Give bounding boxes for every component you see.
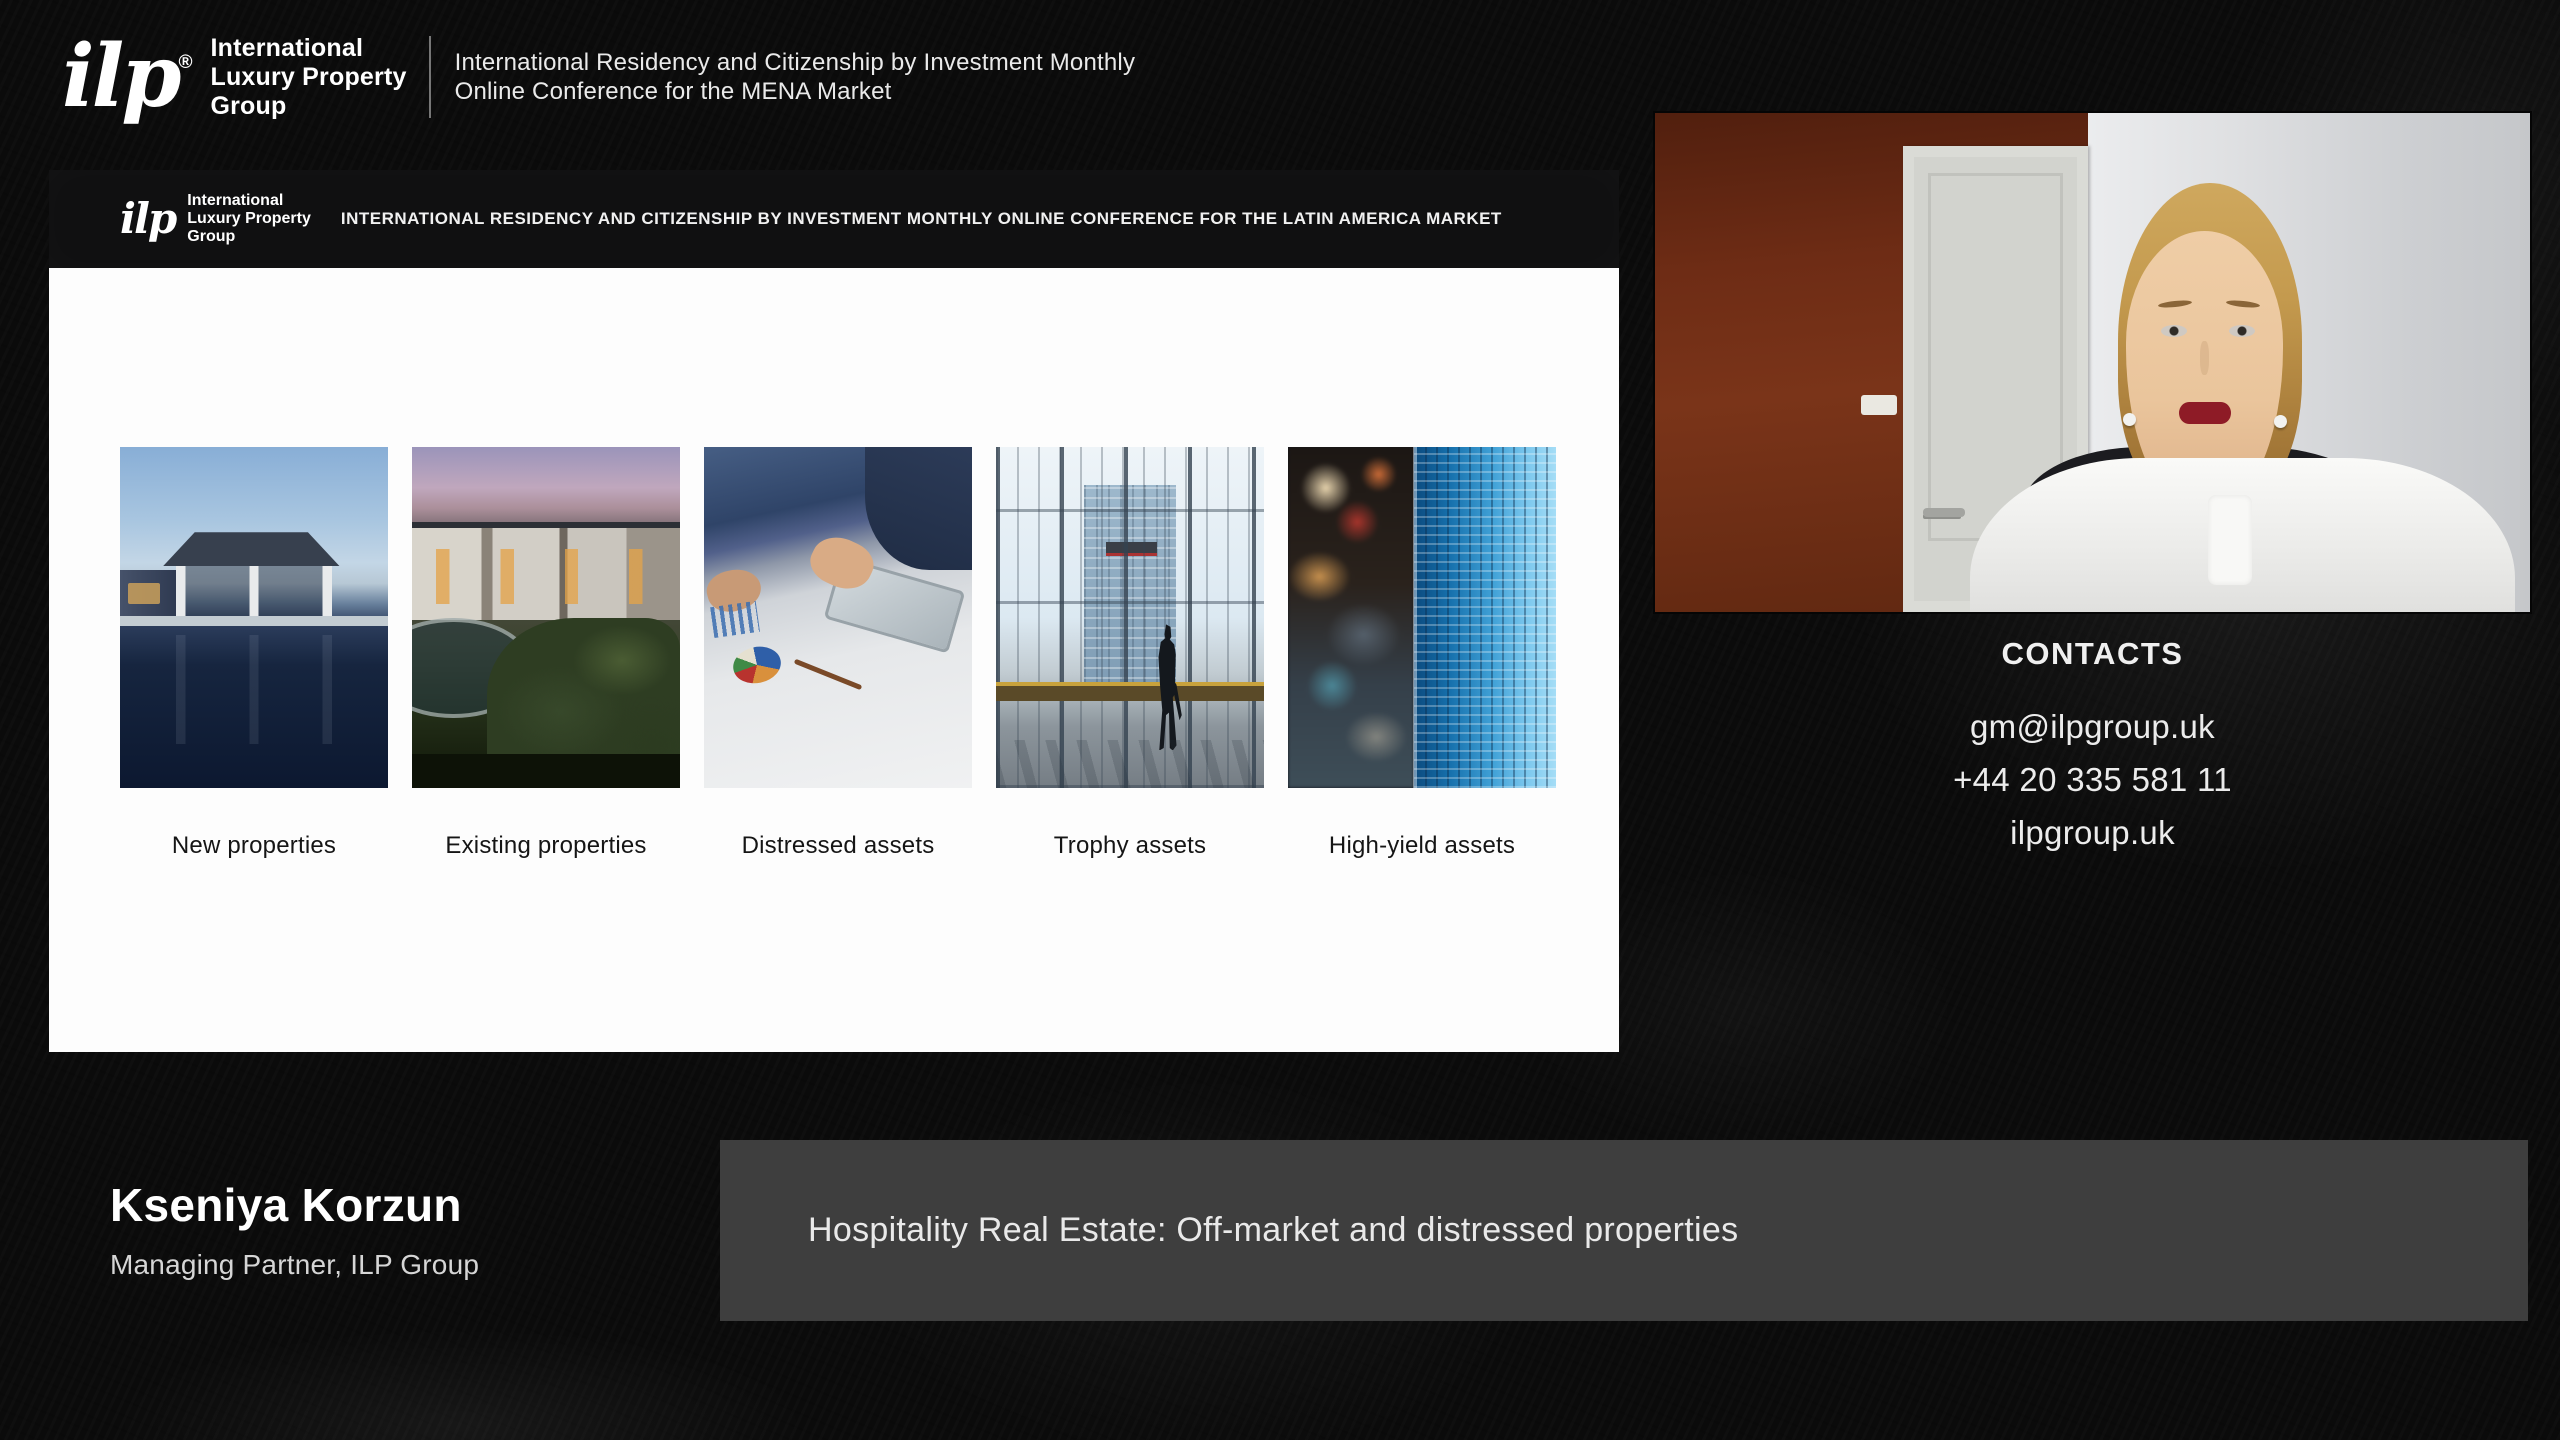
slide-ilp-logo-script: ilp — [120, 200, 175, 238]
floor-shadows-shape — [996, 740, 1264, 788]
hill-base-shape — [412, 754, 680, 788]
contact-email: gm@ilpgroup.uk — [1655, 700, 2530, 753]
ilp-logo-icon: ilp® — [62, 38, 192, 115]
webcam-door-handle — [1923, 508, 1965, 517]
category-new-properties: New properties — [120, 447, 388, 860]
brand-divider — [429, 36, 431, 118]
business-meeting-image — [704, 447, 972, 788]
window-mullions-shape — [996, 447, 1264, 788]
luxury-villa-pool-image — [120, 447, 388, 788]
pool-deck-shape — [120, 616, 388, 626]
webcam-light-switch — [1861, 395, 1897, 415]
villa-window-glow — [128, 583, 160, 603]
slide-brand-name-line: International — [187, 192, 311, 210]
ilp-logo-script: ilp — [62, 26, 178, 127]
category-label: New properties — [120, 832, 388, 860]
slide-brand-name: International Luxury Property Group — [187, 192, 311, 246]
brand-name-line: Luxury Property — [210, 63, 406, 92]
pen-shape — [794, 659, 863, 691]
speaker-identity: Kseniya Korzun Managing Partner, ILP Gro… — [110, 1178, 479, 1281]
category-high-yield-assets: High-yield assets — [1288, 447, 1556, 860]
pavilion-roof-shape — [163, 532, 340, 566]
wall-edge-highlight — [1413, 447, 1417, 788]
category-label: High-yield assets — [1288, 832, 1556, 860]
top-banner: ilp® International Luxury Property Group… — [62, 18, 1135, 136]
glass-atrium-image — [996, 447, 1264, 788]
suit-arm-shape — [865, 447, 972, 570]
category-existing-properties: Existing properties — [412, 447, 680, 860]
presentation-slide: ilp International Luxury Property Group … — [49, 170, 1619, 1052]
speaker-earring — [2274, 415, 2287, 428]
contact-phone: +44 20 335 581 11 — [1655, 753, 2530, 806]
event-title-line: International Residency and Citizenship … — [455, 48, 1136, 77]
category-trophy-assets: Trophy assets — [996, 447, 1264, 860]
session-title: Hospitality Real Estate: Off-market and … — [808, 1211, 1738, 1250]
asset-category-row: New properties Existing properties — [120, 447, 1556, 860]
slide-brand-name-line: Group — [187, 228, 311, 246]
pie-chart-shape — [730, 643, 785, 688]
speaker-earring — [2123, 413, 2136, 426]
speaker-nose — [2200, 341, 2209, 375]
slide-header-bar: ilp International Luxury Property Group … — [49, 170, 1619, 268]
slide-ilp-logo-icon: ilp International Luxury Property Group — [120, 192, 311, 246]
led-data-wall-shape — [1414, 447, 1556, 788]
digital-data-wall-image — [1288, 447, 1556, 788]
speaker-name: Kseniya Korzun — [110, 1178, 479, 1232]
category-label: Existing properties — [412, 832, 680, 860]
event-title-line: Online Conference for the MENA Market — [455, 77, 1136, 106]
slide-header-title: INTERNATIONAL RESIDENCY AND CITIZENSHIP … — [341, 209, 1502, 229]
speaker-video-feed — [1655, 113, 2530, 612]
pool-reflection-shape — [176, 635, 331, 744]
registered-mark: ® — [178, 52, 192, 73]
slide-brand-name-line: Luxury Property — [187, 210, 311, 228]
lit-windows-shape — [412, 549, 680, 604]
brand-name-line: International — [210, 34, 406, 63]
category-label: Distressed assets — [704, 832, 972, 860]
contact-website: ilpgroup.uk — [1655, 806, 2530, 859]
bench-shape — [996, 686, 1264, 701]
modern-house-sunset-image — [412, 447, 680, 788]
bar-chart-shape — [710, 601, 759, 638]
contacts-block: CONTACTS gm@ilpgroup.uk +44 20 335 581 1… — [1655, 636, 2530, 859]
speaker-eye — [2229, 325, 2255, 337]
contacts-heading: CONTACTS — [1655, 636, 2530, 672]
slide-body: New properties Existing properties — [49, 268, 1619, 1052]
category-distressed-assets: Distressed assets — [704, 447, 972, 860]
speaker-lips — [2179, 402, 2231, 424]
webinar-screen: ilp® International Luxury Property Group… — [0, 0, 2560, 1440]
brand-name: International Luxury Property Group — [210, 34, 406, 121]
category-label: Trophy assets — [996, 832, 1264, 860]
speaker-eye — [2161, 325, 2187, 337]
speaker-collar — [2208, 495, 2252, 585]
brand-name-line: Group — [210, 92, 406, 121]
speaker-role: Managing Partner, ILP Group — [110, 1249, 479, 1281]
session-title-bar: Hospitality Real Estate: Off-market and … — [720, 1140, 2528, 1321]
city-bokeh-shape — [1288, 447, 1414, 788]
pavilion-posts-shape — [176, 563, 331, 621]
event-title: International Residency and Citizenship … — [455, 48, 1136, 106]
